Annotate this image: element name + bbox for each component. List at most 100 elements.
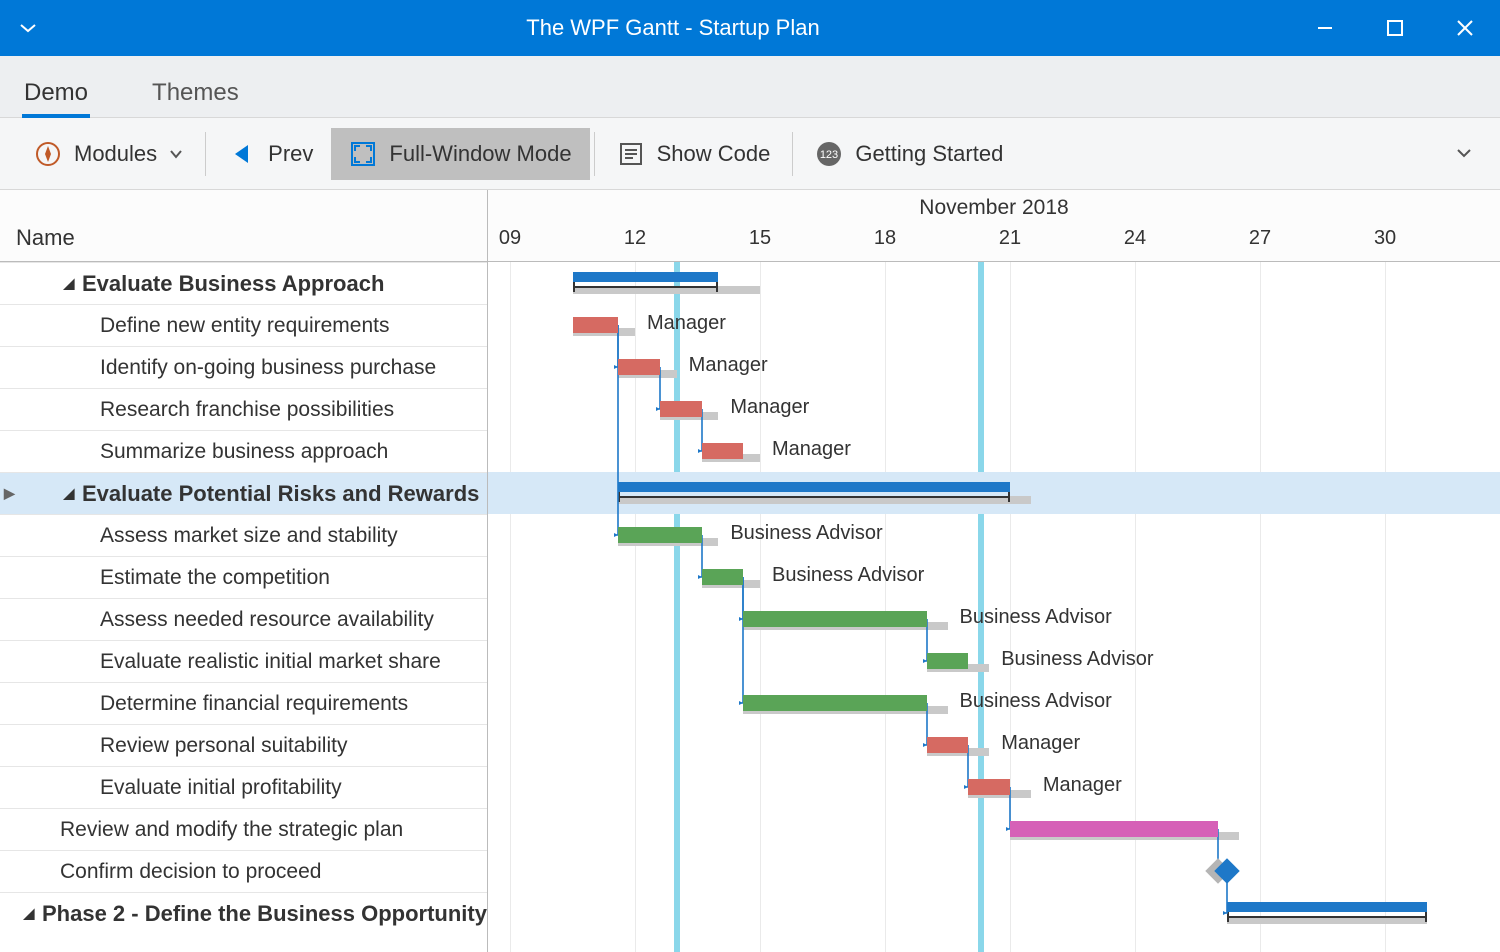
day-label: 21 xyxy=(999,227,1021,250)
task-row[interactable]: Determine financial requirements xyxy=(0,682,487,724)
getting-started-label: Getting Started xyxy=(855,141,1003,167)
prev-label: Prev xyxy=(268,141,313,167)
task-row[interactable]: Estimate the competition xyxy=(0,556,487,598)
code-icon xyxy=(617,140,645,168)
fullscreen-icon xyxy=(349,140,377,168)
task-bar[interactable] xyxy=(968,779,1010,795)
task-row[interactable]: Evaluate initial profitability xyxy=(0,766,487,808)
task-row[interactable]: Summarize business approach xyxy=(0,430,487,472)
task-bar[interactable] xyxy=(702,443,744,459)
expand-icon[interactable]: ◢ xyxy=(20,905,38,922)
task-row[interactable]: Assess needed resource availability xyxy=(0,598,487,640)
full-window-mode-button[interactable]: Full-Window Mode xyxy=(331,128,589,180)
day-label: 09 xyxy=(499,227,521,250)
gantt-chart[interactable]: November 2018 0912151821242730 ManagerMa… xyxy=(488,190,1500,952)
task-bar[interactable] xyxy=(660,401,702,417)
task-name: Estimate the competition xyxy=(100,566,330,590)
minimize-icon xyxy=(1316,19,1334,37)
maximize-icon xyxy=(1386,19,1404,37)
summary-bar[interactable] xyxy=(618,482,1010,492)
getting-started-button[interactable]: 123 Getting Started xyxy=(797,128,1021,180)
task-name: Identify on-going business purchase xyxy=(100,356,436,380)
task-name: Phase 2 - Define the Business Opportunit… xyxy=(42,901,487,927)
chart-row xyxy=(488,472,1500,514)
summary-row[interactable]: ◢Evaluate Business Approach xyxy=(0,262,487,304)
chart-row xyxy=(488,892,1500,934)
show-code-button[interactable]: Show Code xyxy=(599,128,789,180)
title-bar: The WPF Gantt - Startup Plan xyxy=(0,0,1500,56)
day-label: 15 xyxy=(749,227,771,250)
task-name: Review and modify the strategic plan xyxy=(60,818,403,842)
task-row[interactable]: Identify on-going business purchase xyxy=(0,346,487,388)
tab-themes[interactable]: Themes xyxy=(150,67,241,117)
show-code-label: Show Code xyxy=(657,141,771,167)
chevron-down-icon xyxy=(1456,147,1472,159)
task-name: Evaluate initial profitability xyxy=(100,776,342,800)
task-name: Assess needed resource availability xyxy=(100,608,434,632)
day-labels: 0912151821242730 xyxy=(488,227,1500,255)
modules-dropdown[interactable]: Modules xyxy=(16,128,201,180)
chevron-down-icon xyxy=(19,22,37,34)
prev-button[interactable]: Prev xyxy=(210,128,331,180)
task-row[interactable]: Evaluate realistic initial market share xyxy=(0,640,487,682)
resource-label: Business Advisor xyxy=(1001,648,1153,671)
task-rows: ◢Evaluate Business Approach Define new en… xyxy=(0,262,487,952)
gantt-container: Name ◢Evaluate Business Approach Define n… xyxy=(0,190,1500,952)
chart-row: Business Advisor xyxy=(488,514,1500,556)
task-bar[interactable] xyxy=(573,317,619,333)
task-bar[interactable] xyxy=(1010,821,1218,837)
task-row[interactable]: Research franchise possibilities xyxy=(0,388,487,430)
row-indicator-icon: ▶ xyxy=(4,485,15,502)
task-name: Assess market size and stability xyxy=(100,524,398,548)
task-row[interactable]: Confirm decision to proceed xyxy=(0,850,487,892)
chart-row: Business Advisor xyxy=(488,556,1500,598)
window-controls xyxy=(1290,0,1500,56)
summary-bar[interactable] xyxy=(573,272,719,282)
expand-icon[interactable]: ◢ xyxy=(60,275,78,292)
task-bar[interactable] xyxy=(743,611,926,627)
summary-row[interactable]: ◢Phase 2 - Define the Business Opportuni… xyxy=(0,892,487,934)
chart-row: Business Advisor xyxy=(488,598,1500,640)
task-row[interactable]: Review personal suitability xyxy=(0,724,487,766)
task-name: Define new entity requirements xyxy=(100,314,389,338)
expand-icon[interactable]: ◢ xyxy=(60,485,78,502)
task-row[interactable]: Assess market size and stability xyxy=(0,514,487,556)
chart-body[interactable]: ManagerManagerManagerManagerBusiness Adv… xyxy=(488,262,1500,952)
chart-row: Manager xyxy=(488,346,1500,388)
toolbar-separator xyxy=(205,132,206,176)
day-label: 24 xyxy=(1124,227,1146,250)
chart-row xyxy=(488,262,1500,304)
task-bar[interactable] xyxy=(743,695,926,711)
minimize-button[interactable] xyxy=(1290,0,1360,56)
task-name: Research franchise possibilities xyxy=(100,398,394,422)
close-button[interactable] xyxy=(1430,0,1500,56)
maximize-button[interactable] xyxy=(1360,0,1430,56)
month-label: November 2018 xyxy=(488,196,1500,220)
app-menu-dropdown[interactable] xyxy=(0,22,56,34)
chart-row xyxy=(488,808,1500,850)
timeline-header: November 2018 0912151821242730 xyxy=(488,190,1500,262)
toolbar-overflow-button[interactable] xyxy=(1444,142,1484,165)
task-row[interactable]: Define new entity requirements xyxy=(0,304,487,346)
task-bar[interactable] xyxy=(927,653,969,669)
resource-label: Manager xyxy=(1001,732,1080,755)
grid-column-header[interactable]: Name xyxy=(0,190,487,262)
tab-demo[interactable]: Demo xyxy=(22,67,90,117)
window-title: The WPF Gantt - Startup Plan xyxy=(56,15,1290,41)
resource-label: Manager xyxy=(730,396,809,419)
task-name: Summarize business approach xyxy=(100,440,388,464)
resource-label: Business Advisor xyxy=(960,606,1112,629)
chart-row: Business Advisor xyxy=(488,682,1500,724)
summary-bar[interactable] xyxy=(1227,902,1427,912)
task-bar[interactable] xyxy=(618,359,660,375)
day-label: 12 xyxy=(624,227,646,250)
numbers-icon: 123 xyxy=(815,140,843,168)
svg-text:123: 123 xyxy=(820,149,838,161)
task-row[interactable]: Review and modify the strategic plan xyxy=(0,808,487,850)
summary-row[interactable]: ▶◢Evaluate Potential Risks and Rewards xyxy=(0,472,487,514)
task-bar[interactable] xyxy=(702,569,744,585)
resource-label: Business Advisor xyxy=(730,522,882,545)
summary-frame xyxy=(618,496,1010,498)
task-bar[interactable] xyxy=(927,737,969,753)
task-bar[interactable] xyxy=(618,527,701,543)
